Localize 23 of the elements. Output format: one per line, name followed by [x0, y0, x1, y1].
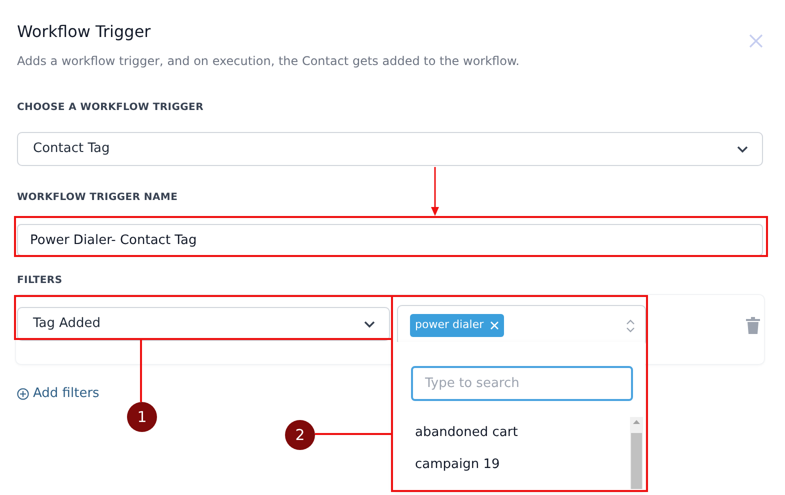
callout-marker: 1 — [127, 402, 157, 432]
callout-marker: 2 — [285, 420, 315, 450]
field-label: WORKFLOW TRIGGER NAME — [17, 191, 179, 205]
dialog-subtitle: Adds a workflow trigger, and on execution, the Contact gets added to the workflow. — [17, 53, 520, 70]
leader-line — [140, 340, 142, 402]
trigger-select[interactable]: Contact Tag — [17, 132, 763, 166]
scrollbar[interactable] — [630, 417, 643, 489]
search-field[interactable]: Type to search — [411, 366, 633, 401]
chevron-down-icon — [737, 146, 748, 152]
remove-tag-button[interactable] — [490, 321, 499, 330]
dropdown-option[interactable]: campaign 19 — [393, 448, 629, 480]
dropdown-option[interactable]: abandoned cart — [393, 417, 629, 448]
arrow — [430, 167, 440, 216]
sort-icon — [626, 318, 635, 332]
plus-circle-icon — [17, 388, 29, 400]
tag-chip: power dialer — [410, 314, 504, 337]
add-filters-link[interactable]: Add filters — [17, 384, 100, 404]
field-label: FILTERS — [17, 274, 64, 288]
dialog-title: Workflow Trigger — [17, 22, 151, 42]
field-label: CHOOSE A WORKFLOW TRIGGER — [17, 101, 204, 115]
chevron-down-icon — [364, 320, 375, 328]
condition-select[interactable]: Tag Added — [17, 307, 390, 341]
trigger-name-field[interactable]: Power Dialer- Contact Tag — [17, 224, 763, 256]
